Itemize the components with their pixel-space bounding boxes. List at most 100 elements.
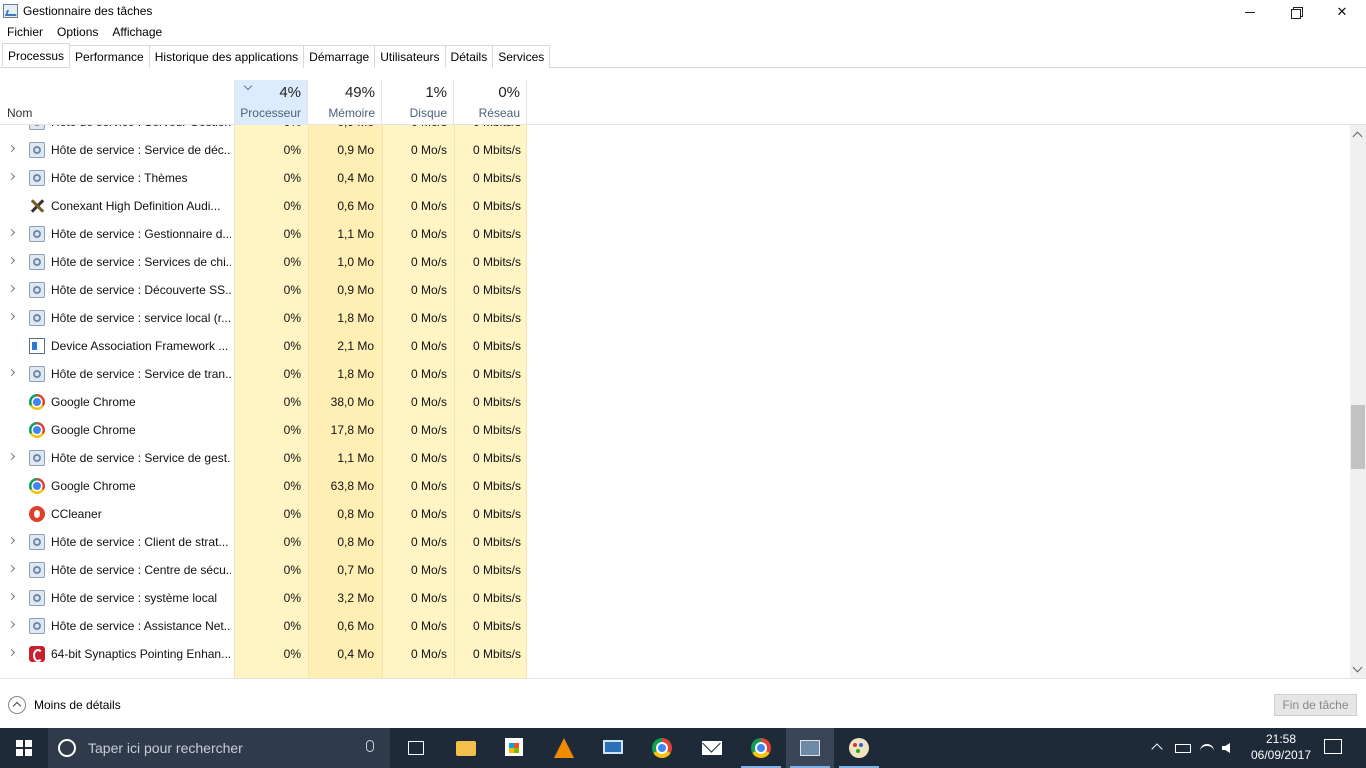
tab-details[interactable]: Détails: [444, 45, 494, 68]
title-bar[interactable]: Gestionnaire des tâches ✕: [0, 0, 1366, 23]
less-details-link[interactable]: Moins de détails: [34, 698, 121, 712]
show-hidden-icons-icon[interactable]: [1151, 743, 1163, 755]
expand-chevron-icon[interactable]: [7, 452, 16, 461]
expand-chevron-icon[interactable]: [7, 284, 16, 293]
network-value: 0 Mbits/s: [472, 479, 521, 493]
scroll-down-icon[interactable]: [1352, 662, 1363, 673]
task-view-icon: [408, 741, 424, 755]
tab-processus[interactable]: Processus: [2, 43, 71, 67]
clock-date: 06/09/2017: [1250, 748, 1312, 762]
vertical-scrollbar[interactable]: [1350, 125, 1366, 678]
table-row[interactable]: Hôte de service : Découverte SS... 0% 0,9 …: [0, 276, 1350, 304]
taskbar-chrome-2[interactable]: [737, 728, 785, 768]
process-name: Google Chrome: [51, 423, 136, 437]
scroll-up-icon[interactable]: [1352, 131, 1363, 142]
column-name-header[interactable]: Nom: [7, 106, 32, 120]
table-row[interactable]: Hôte de service : système local 0% 3,2 Mo 0…: [0, 584, 1350, 612]
cpu-value: 0%: [283, 563, 301, 577]
table-row[interactable]: 64-bit Synaptics Pointing Enhan... 0% 0,4 …: [0, 640, 1350, 668]
expand-chevron-icon[interactable]: [7, 536, 16, 545]
taskbar-task-manager[interactable]: [786, 728, 834, 768]
taskbar-vlc[interactable]: [540, 728, 588, 768]
tab-performance[interactable]: Performance: [69, 45, 150, 68]
process-name: Hôte de service : Centre de sécu...: [51, 563, 231, 577]
memory-value: 0,4 Mo: [337, 647, 374, 661]
cpu-value: 0%: [283, 171, 301, 185]
taskbar-mail[interactable]: [688, 728, 736, 768]
disk-value: 0 Mo/s: [410, 367, 447, 381]
expand-chevron-icon[interactable]: [7, 564, 16, 573]
table-row[interactable]: Google Chrome 0% 38,0 Mo 0 Mo/s 0 Mbits/s: [0, 388, 1350, 416]
disk-value: 0 Mo/s: [410, 311, 447, 325]
table-row[interactable]: Hôte de service : Service de tran... 0% 1,…: [0, 360, 1350, 388]
table-row[interactable]: Hôte de service : Service de déc... 0% 0,9…: [0, 136, 1350, 164]
disk-total: 1%: [425, 84, 447, 101]
end-task-button[interactable]: Fin de tâche: [1274, 694, 1357, 716]
table-row[interactable]: Hôte de service : Service de gest... 0% 1,…: [0, 444, 1350, 472]
table-row[interactable]: Hôte de service : service local (r... 0% 1…: [0, 304, 1350, 332]
process-name: Hôte de service : service local (r...: [51, 311, 231, 325]
table-row[interactable]: Google Chrome 0% 17,8 Mo 0 Mo/s 0 Mbits/s: [0, 416, 1350, 444]
expand-chevron-icon[interactable]: [7, 592, 16, 601]
column-network-header[interactable]: 0% Réseau: [454, 80, 527, 125]
microphone-icon[interactable]: [366, 740, 374, 752]
tab-demarrage[interactable]: Démarrage: [303, 45, 376, 68]
expand-chevron-icon[interactable]: [7, 144, 16, 153]
table-row[interactable]: Hôte de service : Assistance Net... 0% 0,6…: [0, 612, 1350, 640]
network-value: 0 Mbits/s: [472, 283, 521, 297]
tab-utilisateurs[interactable]: Utilisateurs: [374, 45, 446, 68]
table-row[interactable]: Hôte de service : Client de strat... 0% 0,…: [0, 528, 1350, 556]
taskbar-file-explorer[interactable]: [442, 728, 490, 768]
menu-fichier[interactable]: Fichier: [0, 23, 50, 43]
action-center-icon[interactable]: [1324, 739, 1342, 754]
taskbar-paint[interactable]: [835, 728, 883, 768]
menu-options[interactable]: Options: [50, 23, 105, 43]
search-box[interactable]: Taper ici pour rechercher: [48, 728, 390, 768]
table-row[interactable]: Google Chrome 0% 63,8 Mo 0 Mo/s 0 Mbits/s: [0, 472, 1350, 500]
disk-value: 0 Mo/s: [410, 591, 447, 605]
expand-chevron-icon[interactable]: [7, 648, 16, 657]
taskbar-monitor-app[interactable]: [589, 728, 637, 768]
expand-chevron-icon[interactable]: [7, 256, 16, 265]
task-view-button[interactable]: [392, 728, 440, 768]
expand-chevron-icon[interactable]: [7, 228, 16, 237]
network-value: 0 Mbits/s: [472, 311, 521, 325]
column-cpu-header[interactable]: 4% Processeur: [234, 80, 308, 125]
chrome-icon: [751, 738, 771, 758]
expand-chevron-icon[interactable]: [7, 620, 16, 629]
wifi-icon[interactable]: [1200, 744, 1214, 758]
start-button[interactable]: [0, 728, 48, 768]
table-row[interactable]: CCleaner 0% 0,8 Mo 0 Mo/s 0 Mbits/s: [0, 500, 1350, 528]
taskbar-chrome-1[interactable]: [638, 728, 686, 768]
menu-affichage[interactable]: Affichage: [105, 23, 169, 43]
column-memory-header[interactable]: 49% Mémoire: [308, 80, 382, 125]
battery-icon[interactable]: [1175, 744, 1191, 753]
expand-chevron-icon[interactable]: [7, 368, 16, 377]
taskbar-store[interactable]: [490, 728, 538, 768]
task-manager-icon: [800, 740, 820, 756]
scroll-thumb[interactable]: [1351, 405, 1365, 469]
restore-button[interactable]: [1273, 0, 1319, 23]
column-disk-header[interactable]: 1% Disque: [382, 80, 454, 125]
expand-chevron-icon[interactable]: [7, 172, 16, 181]
table-row[interactable]: Hôte de service : Centre de sécu... 0% 0,7…: [0, 556, 1350, 584]
table-row[interactable]: Hôte de service : Gestionnaire d... 0% 1,1…: [0, 220, 1350, 248]
minimize-button[interactable]: [1227, 0, 1273, 23]
system-clock[interactable]: 21:58 06/09/2017: [1244, 731, 1318, 763]
disk-value: 0 Mo/s: [410, 395, 447, 409]
table-row[interactable]: Hôte de service : Services de chi... 0% 1,…: [0, 248, 1350, 276]
memory-value: 1,8 Mo: [337, 367, 374, 381]
close-button[interactable]: ✕: [1319, 0, 1365, 23]
collapse-up-icon[interactable]: [8, 696, 26, 714]
table-row[interactable]: Conexant High Definition Audi... 0% 0,6 Mo…: [0, 192, 1350, 220]
expand-chevron-icon[interactable]: [7, 312, 16, 321]
ccleaner-icon: [29, 506, 45, 522]
volume-icon[interactable]: [1222, 743, 1230, 753]
tab-services[interactable]: Services: [492, 45, 551, 68]
table-row[interactable]: Hôte de service : Thèmes 0% 0,4 Mo 0 Mo/s 0 …: [0, 164, 1350, 192]
tab-historique[interactable]: Historique des applications: [148, 45, 305, 68]
table-row[interactable]: Device Association Framework ... 0% 2,1 Mo…: [0, 332, 1350, 360]
chrome-icon: [29, 422, 45, 438]
gear-icon: [29, 254, 45, 270]
table-row[interactable]: Hôte de service : Serveur Gestion...0% 0,…: [0, 125, 1350, 136]
